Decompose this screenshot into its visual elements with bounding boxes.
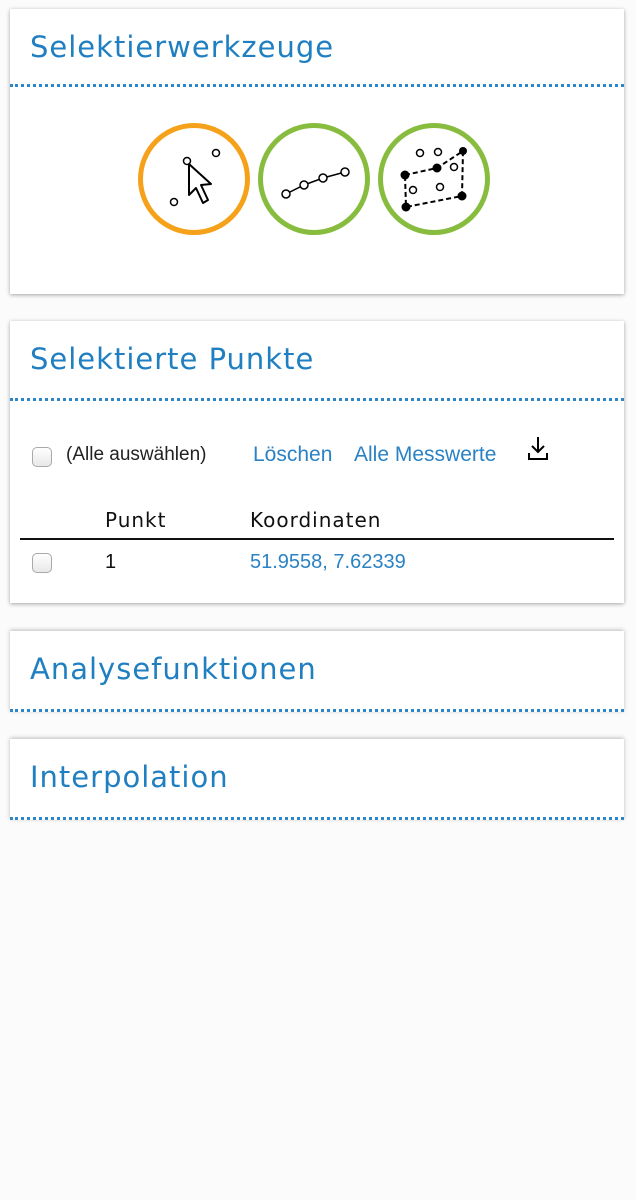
selected-points-header[interactable]: Selektierte Punkte [10,321,624,401]
selection-tools-header[interactable]: Selektierwerkzeuge [10,9,624,87]
column-header-koordinaten: Koordinaten [250,508,382,532]
point-select-tool-button[interactable] [138,123,250,235]
interpolation-panel: Interpolation [10,739,624,820]
polygon-select-icon [400,147,467,212]
line-select-icon [281,167,350,199]
point-number: 1 [105,551,117,573]
analysis-functions-header[interactable]: Analysefunktionen [10,631,624,712]
analysis-functions-title[interactable]: Analysefunktionen [30,651,317,687]
polygon-select-tool-button[interactable] [378,123,490,235]
selection-tools-title[interactable]: Selektierwerkzeuge [30,29,334,65]
line-select-tool-button[interactable] [258,123,370,235]
all-measurements-link[interactable]: Alle Messwerte [354,443,496,467]
column-header-punkt: Punkt [105,508,167,532]
interpolation-header[interactable]: Interpolation [10,739,624,820]
delete-link[interactable]: Löschen [253,443,332,467]
selected-points-panel: Selektierte Punkte (Alle auswählen) Lösc… [10,321,624,603]
selected-points-title[interactable]: Selektierte Punkte [30,341,314,377]
point-coordinates-link[interactable]: 51.9558, 7.62339 [250,549,406,575]
download-icon[interactable] [527,435,549,463]
analysis-functions-panel: Analysefunktionen [10,631,624,712]
selection-tools-panel: Selektierwerkzeuge [10,9,624,294]
points-table-header: Punkt Koordinaten [20,507,614,540]
select-all-checkbox[interactable] [32,447,52,467]
point-select-icon [169,148,221,207]
interpolation-title[interactable]: Interpolation [30,759,229,795]
select-all-label[interactable]: (Alle auswählen) [66,443,206,467]
row-checkbox[interactable] [32,553,52,573]
